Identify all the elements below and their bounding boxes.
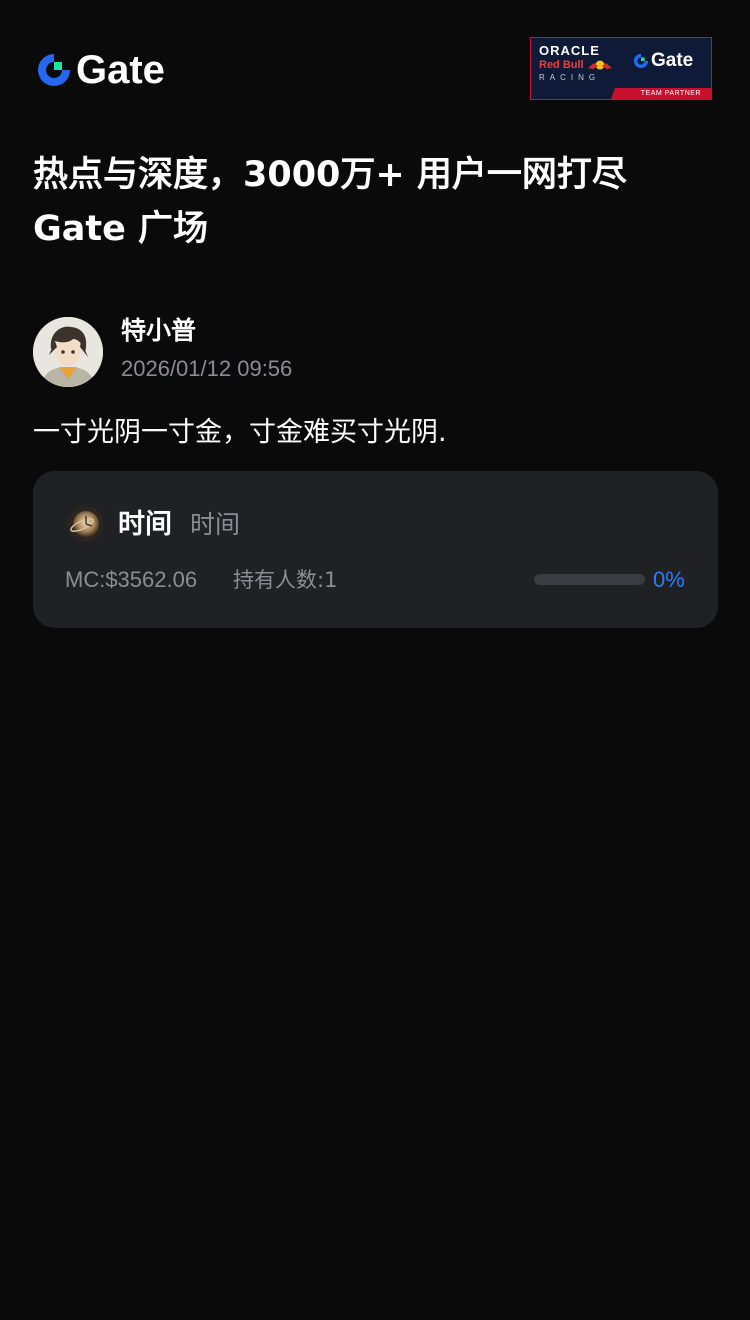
progress-percent: 0% xyxy=(653,567,685,592)
gate-logo[interactable]: Gate xyxy=(36,50,165,90)
page-title: 热点与深度，3000万+ 用户一网打尽 Gate 广场 xyxy=(33,155,627,249)
token-symbol: 时间 xyxy=(190,510,241,539)
partner-gate-logo: Gate xyxy=(633,51,693,71)
bull-icon xyxy=(587,60,612,70)
team-partner-label: TEAM PARTNER xyxy=(640,90,701,97)
anime-avatar-icon xyxy=(33,317,103,387)
oracle-text: ORACLE xyxy=(539,43,600,58)
logo-text: Gate xyxy=(76,48,165,92)
token-clock-icon xyxy=(67,506,103,542)
avatar[interactable] xyxy=(33,317,103,387)
author-name[interactable]: 特小普 xyxy=(121,314,292,348)
post-timestamp: 2026/01/12 09:56 xyxy=(121,356,293,381)
holder-count: 持有人数:1 xyxy=(233,568,338,592)
redbull-racing-logo: ORACLE Red Bull RACING xyxy=(539,44,619,83)
gate-logo-small-icon xyxy=(633,53,649,69)
redbull-text: Red Bull xyxy=(539,59,584,71)
header: Gate ORACLE Red Bull RACING Gate TEAM PA… xyxy=(0,0,750,120)
author-meta: 特小普 2026/01/12 09:56 xyxy=(121,314,292,384)
partner-gate-text: Gate xyxy=(651,50,694,71)
racing-text: RACING xyxy=(539,73,601,82)
market-cap: MC:$3562.06 xyxy=(65,567,198,592)
gate-logo-icon xyxy=(38,54,70,86)
bonding-progress-bar xyxy=(534,574,645,585)
token-card[interactable]: 时间 时间 MC:$3562.06 持有人数:1 0% xyxy=(33,471,718,628)
partner-badge[interactable]: ORACLE Red Bull RACING Gate TEAM PARTNER xyxy=(530,37,712,100)
post-content: 一寸光阴一寸金，寸金难买寸光阴. xyxy=(33,417,447,448)
token-name: 时间 xyxy=(118,509,172,540)
post-author[interactable]: 特小普 2026/01/12 09:56 xyxy=(33,314,292,387)
